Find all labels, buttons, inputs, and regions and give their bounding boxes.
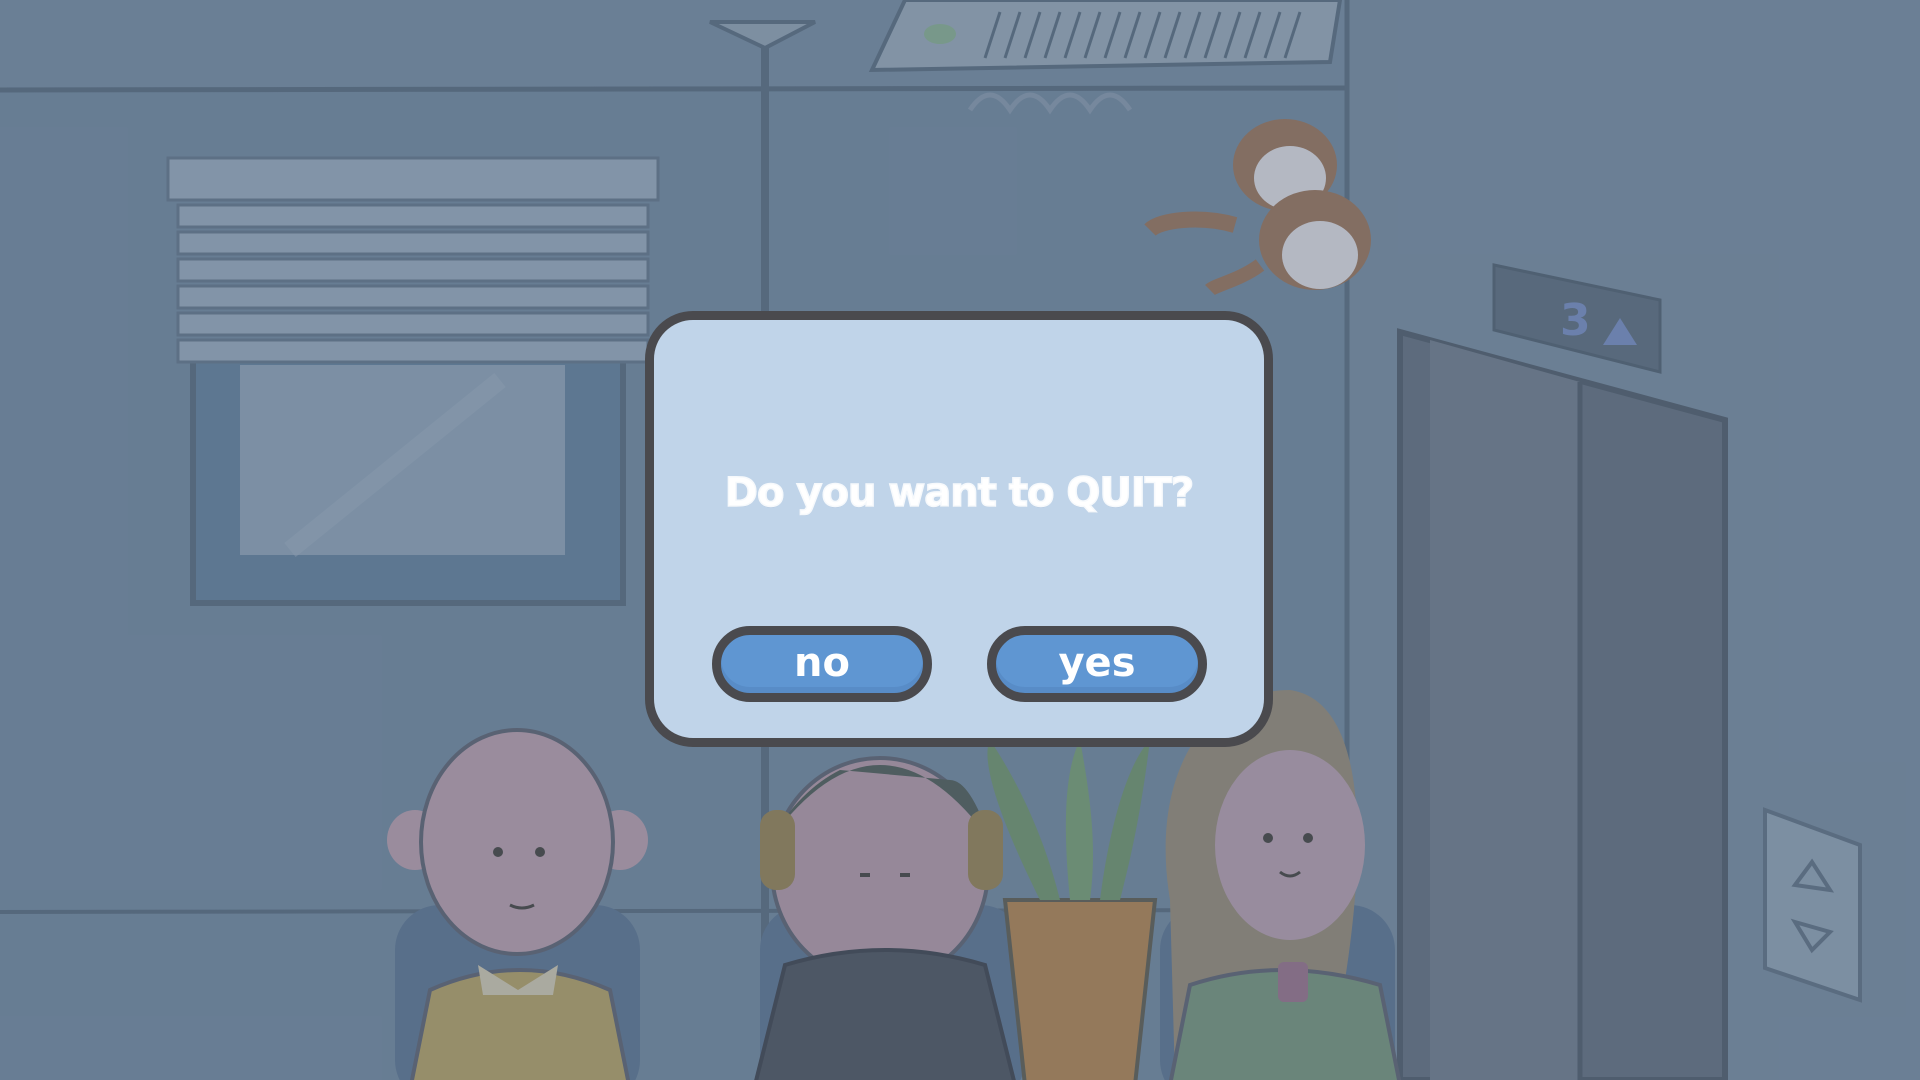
elevator-doors	[1397, 328, 1728, 1080]
ceiling-vent	[868, 0, 1343, 73]
window-with-blinds	[166, 156, 660, 606]
yes-button[interactable]: yes	[987, 626, 1207, 702]
no-button[interactable]: no	[712, 626, 932, 702]
floor-number: 3	[1560, 295, 1591, 346]
elevator-call-panel	[1763, 807, 1862, 1003]
dialog-message: Do you want to QUIT?	[724, 469, 1195, 517]
quit-confirmation-dialog: Do you want to QUIT? no yes	[645, 311, 1273, 747]
headphone-person-character	[754, 756, 1016, 1080]
game-screen: 3 Do you want to QUIT? no yes	[0, 0, 1920, 1080]
